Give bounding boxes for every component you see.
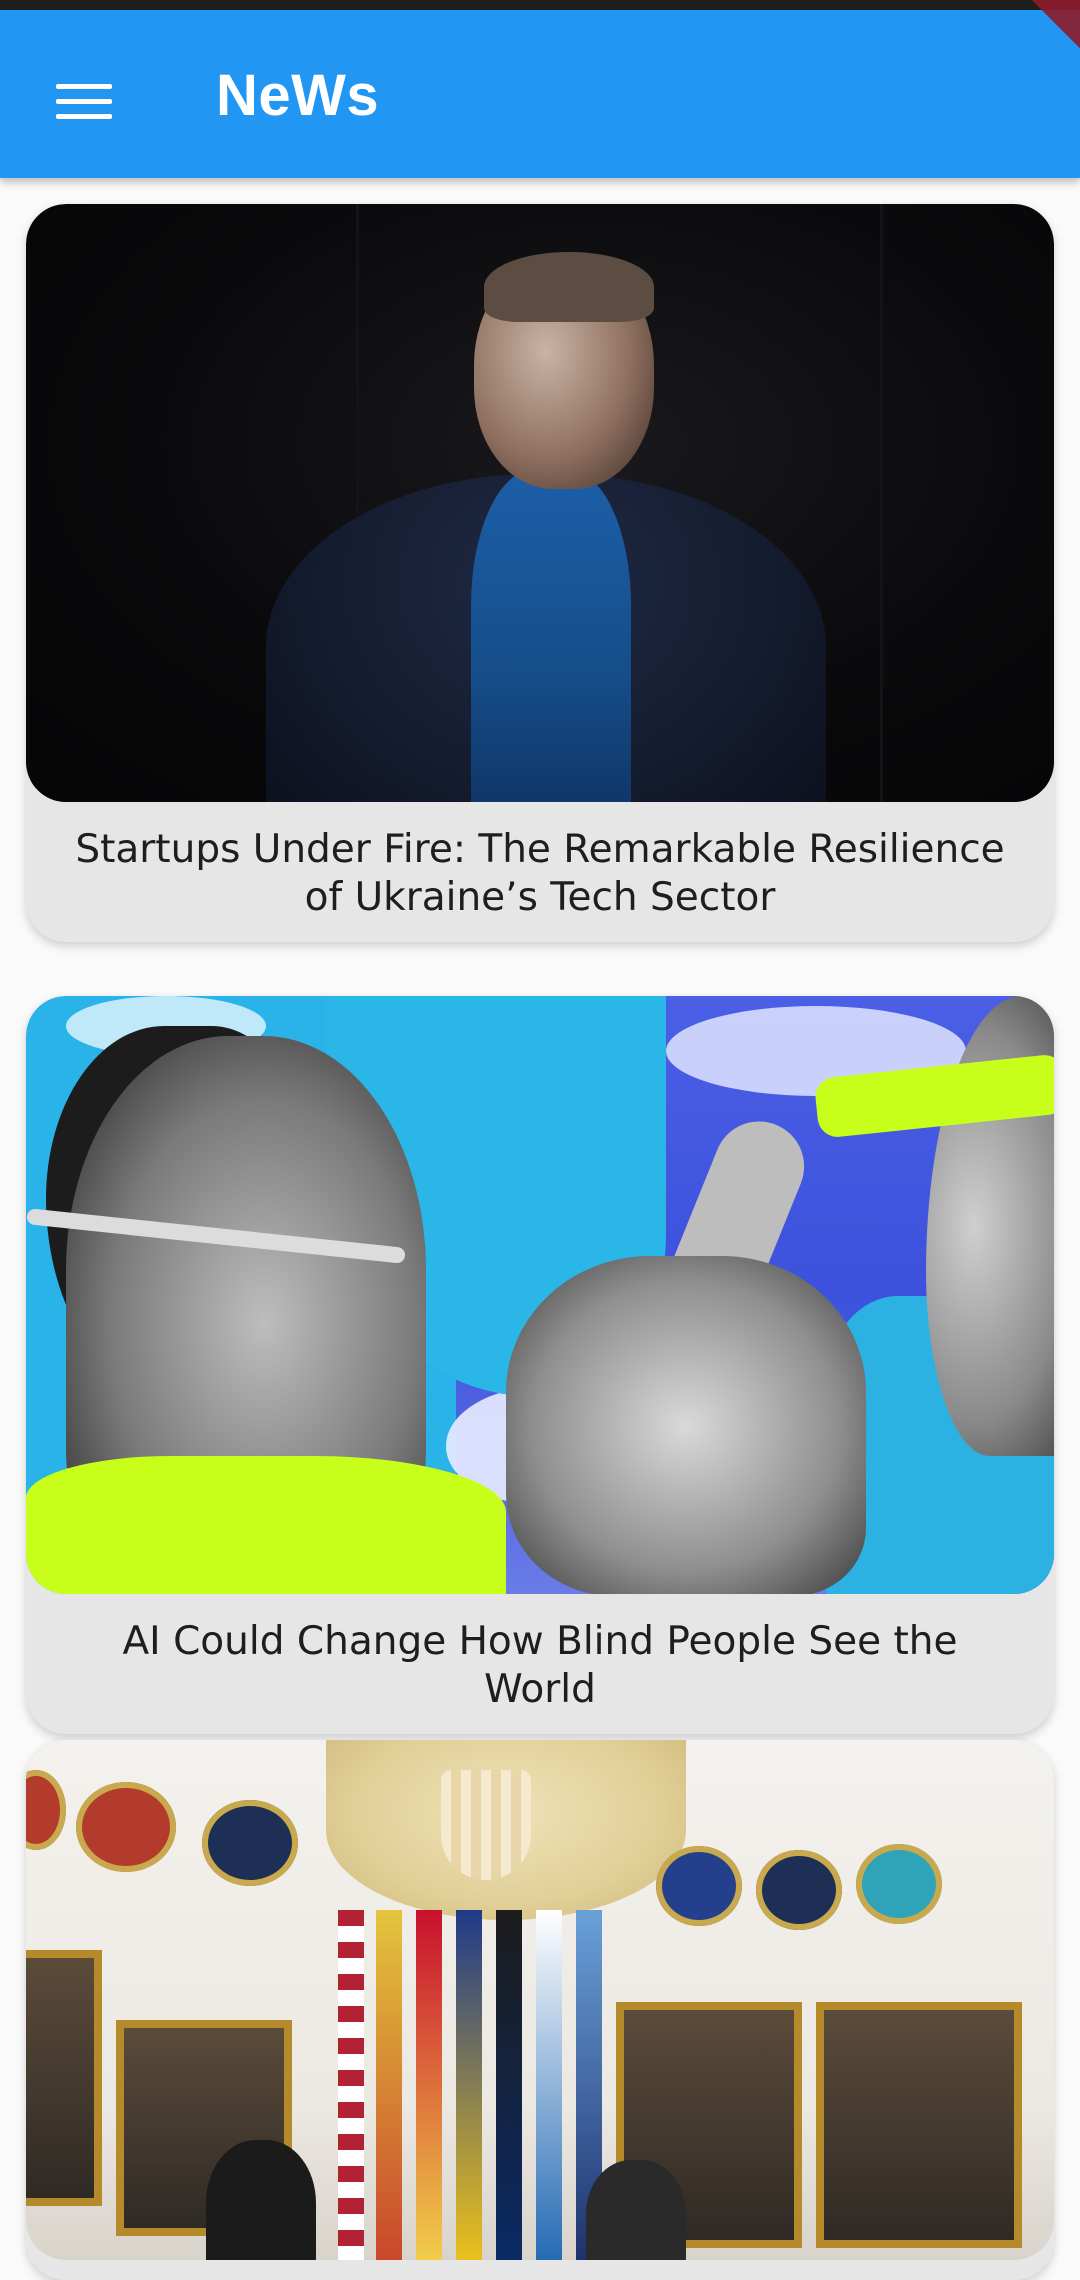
article-title: Startups Under Fire: The Remarkable Resi…	[75, 827, 1005, 920]
status-bar	[0, 0, 1080, 10]
article-image	[26, 204, 1054, 802]
article-card[interactable]: AI Could Change How Blind People See the…	[26, 996, 1054, 1734]
article-card[interactable]	[26, 1740, 1054, 2280]
menu-icon	[56, 84, 112, 119]
article-image	[26, 1740, 1054, 2260]
app-title: NeWs	[216, 63, 380, 128]
article-card[interactable]: Startups Under Fire: The Remarkable Resi…	[26, 204, 1054, 942]
app-bar: NeWs	[0, 10, 1080, 178]
menu-button[interactable]	[44, 72, 124, 132]
article-image	[26, 996, 1054, 1594]
article-title: AI Could Change How Blind People See the…	[122, 1619, 958, 1712]
